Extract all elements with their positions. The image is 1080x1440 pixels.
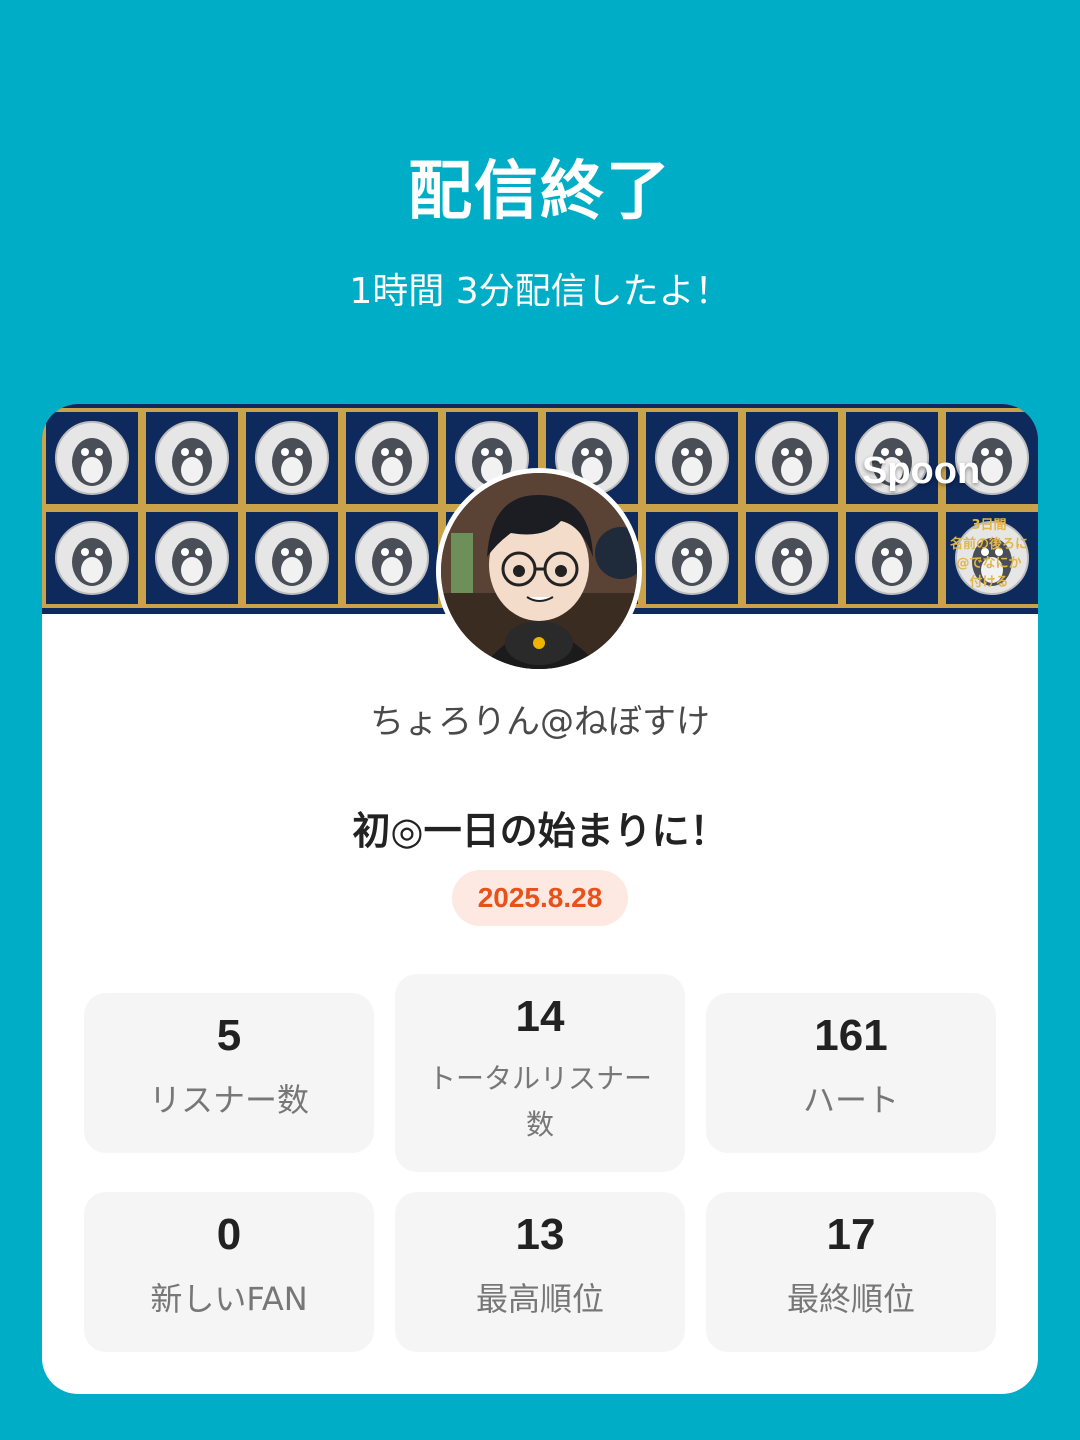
stat-value: 5 xyxy=(216,1011,242,1060)
avatar-image xyxy=(441,473,637,669)
penguin-tile xyxy=(342,408,442,508)
penguin-tile xyxy=(642,408,742,508)
date-badge: 2025.8.28 xyxy=(452,870,628,926)
stat-label: ハート xyxy=(802,1081,899,1119)
stat-total-listeners: 14 トータルリスナー数 xyxy=(395,974,685,1172)
stat-listeners: 5 リスナー数 xyxy=(84,993,374,1153)
penguin-tile xyxy=(742,508,842,608)
stat-label: トータルリスナー数 xyxy=(427,1062,652,1141)
stream-title: 初◎一日の始まりに！ xyxy=(352,809,728,853)
penguin-tile xyxy=(742,408,842,508)
username: ちょろりん@ねぼすけ xyxy=(370,702,710,742)
stat-label: リスナー数 xyxy=(148,1081,309,1119)
result-card: Spoon 3日間 名前の後ろに @でなにか 付ける ちょろりん@ねぼすけ 初◎… xyxy=(42,404,1038,1394)
avatar[interactable] xyxy=(436,468,642,674)
penguin-tile xyxy=(42,508,142,608)
banner-note: 3日間 名前の後ろに @でなにか 付ける xyxy=(949,518,1028,590)
penguin-tile xyxy=(342,508,442,608)
stat-final-rank: 17 最終順位 xyxy=(706,1192,996,1352)
stat-new-fans: 0 新しいFAN xyxy=(84,1192,374,1352)
penguin-tile xyxy=(42,408,142,508)
penguin-tile xyxy=(642,508,742,608)
penguin-tile xyxy=(242,408,342,508)
penguin-tile xyxy=(142,408,242,508)
stat-value: 161 xyxy=(814,1011,888,1060)
page-title: 配信終了 xyxy=(408,155,672,229)
penguin-tile xyxy=(242,508,342,608)
stat-label: 最高順位 xyxy=(475,1280,604,1318)
stat-highest-rank: 13 最高順位 xyxy=(395,1192,685,1352)
stat-value: 0 xyxy=(216,1210,242,1259)
spoon-logo: Spoon xyxy=(862,450,981,492)
stat-label: 新しいFAN xyxy=(150,1280,308,1318)
stat-value: 14 xyxy=(515,992,565,1041)
penguin-tile xyxy=(842,508,942,608)
penguin-tile xyxy=(142,508,242,608)
stream-duration-text: 1時間 3分配信したよ！ xyxy=(349,271,731,312)
stat-value: 13 xyxy=(515,1210,565,1259)
stat-label: 最終順位 xyxy=(786,1280,915,1318)
stat-value: 17 xyxy=(826,1210,876,1259)
stat-hearts: 161 ハート xyxy=(706,993,996,1153)
